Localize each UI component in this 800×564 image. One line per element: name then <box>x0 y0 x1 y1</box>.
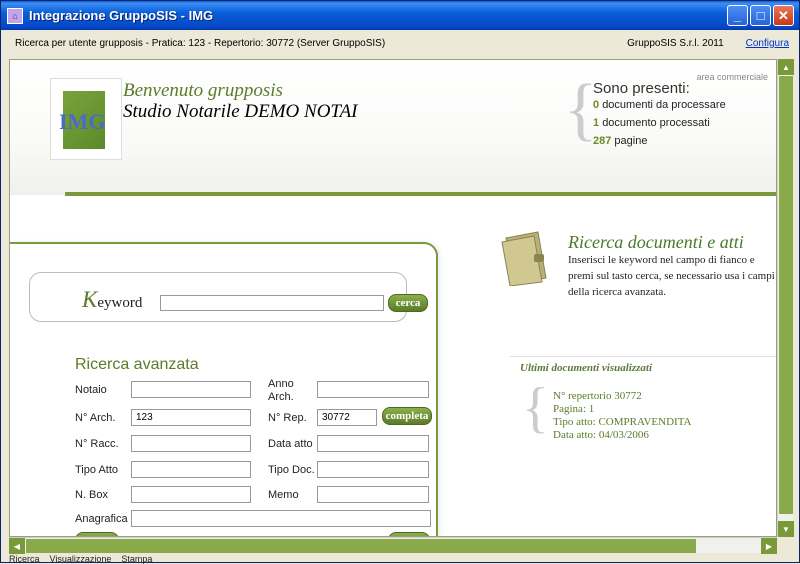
notaio-label: Notaio <box>75 384 107 396</box>
recent-doc-pagina: Pagina: 1 <box>553 403 595 415</box>
notaio-input[interactable] <box>131 381 251 398</box>
tipo-doc-input[interactable] <box>317 461 429 478</box>
welcome-text: Benvenuto grupposis <box>123 80 283 101</box>
anno-arch-input[interactable] <box>317 381 429 398</box>
info-separator <box>510 356 776 357</box>
recent-doc-tipo-atto: Tipo atto: COMPRAVENDITA <box>553 416 692 428</box>
folder-icon <box>501 231 547 286</box>
anagrafica-label: Anagrafica <box>75 513 128 525</box>
scroll-up-icon[interactable]: ▲ <box>778 59 794 75</box>
tipo-doc-label: Tipo Doc. <box>268 464 315 476</box>
scroll-down-icon[interactable]: ▼ <box>778 521 794 537</box>
scroll-left-icon[interactable]: ◀ <box>9 538 25 554</box>
studio-name: Studio Notarile DEMO NOTAI <box>123 101 358 122</box>
keyword-input[interactable] <box>160 295 384 311</box>
img-logo: IMG <box>50 78 122 160</box>
n-rep-label: N° Rep. <box>268 412 307 424</box>
minimize-button[interactable]: _ <box>727 5 748 26</box>
summary-line-pages: 287 pagine <box>593 135 648 147</box>
context-info: Ricerca per utente grupposis - Pratica: … <box>15 37 386 49</box>
configure-link[interactable]: Configura <box>746 38 789 49</box>
info-bar: Ricerca per utente grupposis - Pratica: … <box>5 31 795 55</box>
anno-arch-label: Anno Arch. <box>268 378 294 403</box>
maximize-button[interactable]: □ <box>750 5 771 26</box>
summary-line-pending: 0 documenti da processare <box>593 99 726 111</box>
header-band: IMG Benvenuto grupposis Studio Notarile … <box>10 60 776 195</box>
close-icon: ✕ <box>778 7 789 23</box>
logo-text: IMG <box>59 109 106 134</box>
scroll-right-icon[interactable]: ▶ <box>761 538 777 554</box>
maximize-icon: □ <box>756 8 765 23</box>
recent-docs-title: Ultimi documenti visualizzati <box>520 362 653 374</box>
n-racc-label: N° Racc. <box>75 438 119 450</box>
memo-input[interactable] <box>317 486 429 503</box>
n-arch-input[interactable] <box>131 409 251 426</box>
complete-button[interactable]: completa <box>382 407 432 425</box>
memo-label: Memo <box>268 489 299 501</box>
n-arch-label: N° Arch. <box>75 412 116 424</box>
summary-line-processed: 1 documento processati <box>593 117 710 129</box>
keyword-search-box: Keyword cerca <box>29 272 428 322</box>
window-title: Integrazione GruppoSIS - IMG <box>29 8 214 23</box>
recent-doc-data-atto: Data atto: 04/03/2006 <box>553 429 649 441</box>
keyword-search-button[interactable]: cerca <box>388 294 428 312</box>
info-panel: Ricerca documenti e atti Inserisci le ke… <box>478 196 776 536</box>
advanced-search-title: Ricerca avanzata <box>75 356 199 373</box>
minimize-icon: _ <box>733 8 742 23</box>
data-atto-input[interactable] <box>317 435 429 452</box>
n-box-label: N. Box <box>75 489 109 501</box>
info-panel-description: Inserisci le keyword nel campo di fianco… <box>568 254 775 298</box>
title-bar[interactable]: ⌂ Integrazione GruppoSIS - IMG _ □ ✕ <box>1 1 799 30</box>
recent-brace-decoration: { <box>522 377 549 439</box>
app-icon: ⌂ <box>7 7 23 24</box>
vertical-scroll-thumb[interactable] <box>779 76 793 514</box>
tipo-atto-input[interactable] <box>131 461 251 478</box>
vertical-scrollbar[interactable]: ▲ ▼ <box>777 59 794 537</box>
n-racc-input[interactable] <box>131 435 251 452</box>
keyword-label: Keyword <box>82 287 143 312</box>
close-button[interactable]: ✕ <box>773 5 794 26</box>
search-panel: Keyword cerca Ricerca avanzata Notaio An… <box>10 242 438 536</box>
recent-doc-repertorio: N° repertorio 30772 <box>553 390 642 402</box>
summary-title: Sono presenti: <box>593 80 690 97</box>
copyright-text: GruppoSIS S.r.l. 2011 <box>627 37 724 49</box>
main-content: IMG Benvenuto grupposis Studio Notarile … <box>9 59 777 537</box>
info-panel-title: Ricerca documenti e atti <box>568 232 744 252</box>
tipo-atto-label: Tipo Atto <box>75 464 119 476</box>
horizontal-scrollbar[interactable]: ◀ ▶ <box>9 537 777 554</box>
data-atto-label: Data atto <box>268 438 313 450</box>
n-rep-input[interactable] <box>317 409 377 426</box>
n-box-input[interactable] <box>131 486 251 503</box>
horizontal-scroll-thumb[interactable] <box>26 539 696 553</box>
app-window: ⌂ Integrazione GruppoSIS - IMG _ □ ✕ Ric… <box>0 0 800 564</box>
window-controls: _ □ ✕ <box>727 5 794 26</box>
anagrafica-input[interactable] <box>131 510 431 527</box>
area-commerciale-label: area commerciale <box>696 72 768 82</box>
